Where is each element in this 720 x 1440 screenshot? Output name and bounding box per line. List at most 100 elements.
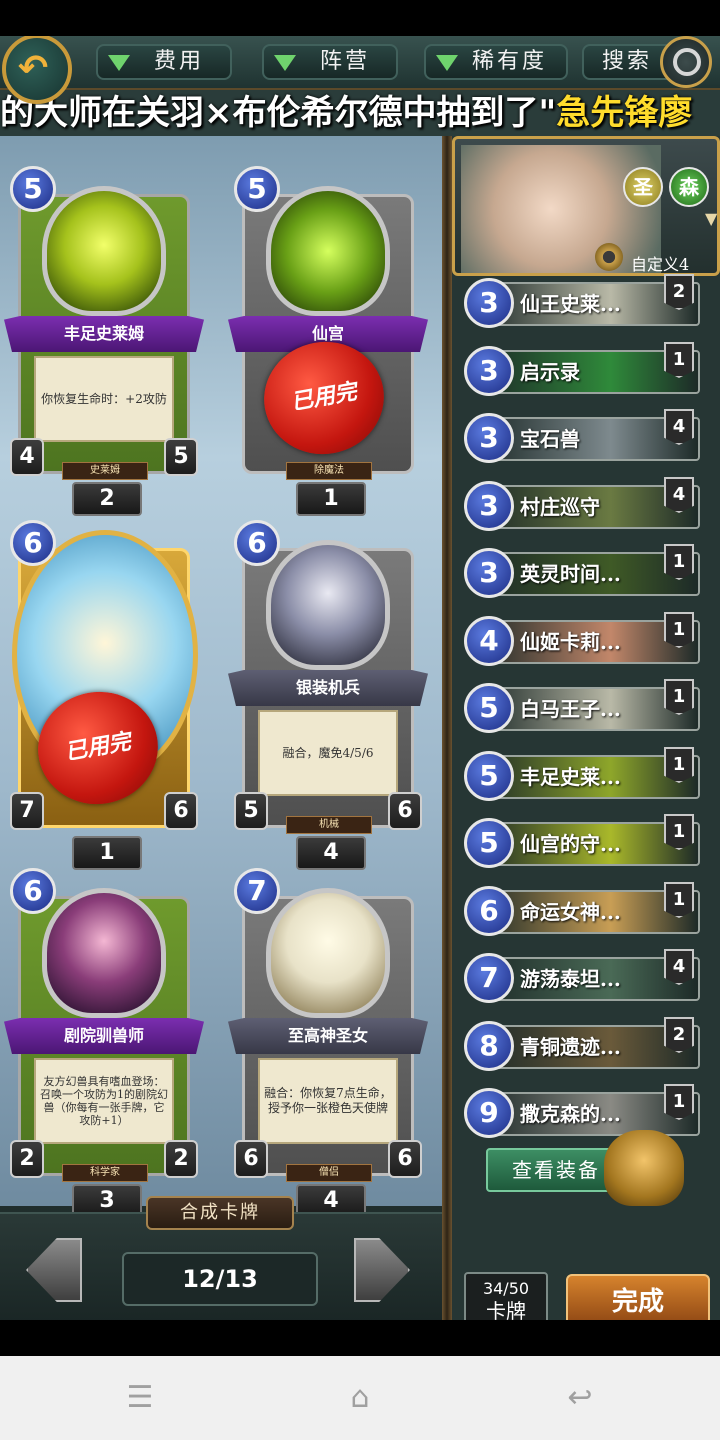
deck-card-row[interactable]: 5 仙宫的守... 1	[464, 814, 700, 872]
card-name: 银装机兵	[228, 670, 428, 706]
deck-row-count: 1	[664, 679, 694, 715]
card-health: 2	[164, 1140, 198, 1178]
deck-row-count: 1	[664, 342, 694, 378]
card-description: 你恢复生命时：+2攻防	[34, 356, 174, 442]
deck-row-cost: 3	[464, 413, 514, 463]
deck-card-row[interactable]: 4 仙姬卡莉... 1	[464, 612, 700, 670]
ticker-highlight: 急先锋廖	[556, 93, 693, 133]
deck-row-name: 青铜遗迹...	[520, 1035, 621, 1059]
card-cost: 5	[234, 166, 280, 212]
card-attack: 4	[10, 438, 44, 476]
next-page-arrow-icon[interactable]	[354, 1238, 410, 1302]
collection-card[interactable]: 6 7 6 1 已用完	[4, 520, 204, 870]
deck-card-row[interactable]: 6 命运女神... 1	[464, 882, 700, 940]
card-name: 至高神圣女	[228, 1018, 428, 1054]
card-description: 友方幻兽具有嗜血登场：召唤一个攻防为1的剧院幻兽（你每有一张手牌，它攻防+1）	[34, 1058, 174, 1144]
deck-row-cost: 7	[464, 953, 514, 1003]
card-attack: 7	[10, 792, 44, 830]
done-button[interactable]: 完成	[566, 1274, 710, 1320]
card-cost: 7	[234, 868, 280, 914]
search-label: 搜索	[602, 49, 653, 74]
deck-row-cost: 3	[464, 548, 514, 598]
gear-icon[interactable]	[595, 243, 623, 271]
deck-row-name: 宝石兽	[520, 427, 580, 451]
deck-card-row[interactable]: 7 游荡泰坦... 4	[464, 949, 700, 1007]
card-art	[42, 888, 166, 1018]
card-owned-count: 1	[296, 482, 366, 516]
deck-row-name: 命运女神...	[520, 900, 621, 924]
rarity-filter-button[interactable]: 稀有度	[424, 44, 568, 80]
deck-row-cost: 8	[464, 1021, 514, 1071]
card-cost: 6	[10, 868, 56, 914]
card-health: 5	[164, 438, 198, 476]
card-tribe: 僧侣	[286, 1164, 372, 1182]
craft-cards-button[interactable]: 合成卡牌	[146, 1196, 294, 1230]
back-arrow-icon: ↶	[18, 48, 49, 89]
rarity-filter-label: 稀有度	[472, 49, 548, 74]
deck-card-row[interactable]: 3 宝石兽 4	[464, 409, 700, 467]
deck-card-row[interactable]: 3 英灵时间... 1	[464, 544, 700, 602]
deck-card-row[interactable]: 8 青铜遗迹... 2	[464, 1017, 700, 1075]
deck-row-name: 英灵时间...	[520, 562, 621, 586]
card-health: 6	[388, 1140, 422, 1178]
back-button[interactable]: ↶	[2, 36, 72, 104]
faction-filter-button[interactable]: 阵营	[262, 44, 398, 80]
collection-card[interactable]: 5 仙宫 除魔法 1 已用完	[228, 166, 428, 516]
deck-count-value: 34/50	[482, 1279, 530, 1298]
card-owned-count: 1	[72, 836, 142, 870]
cost-filter-button[interactable]: 费用	[96, 44, 232, 80]
deck-row-name: 游荡泰坦...	[520, 967, 621, 991]
menu-icon[interactable]: ☰	[120, 1380, 160, 1416]
faction-holy-icon: 圣	[623, 167, 663, 207]
deck-card-row[interactable]: 3 仙王史莱... 2	[464, 274, 700, 332]
card-tribe: 史莱姆	[62, 462, 148, 480]
card-cost: 6	[10, 520, 56, 566]
deck-row-name: 村庄巡守	[520, 495, 600, 519]
deck-row-count: 4	[664, 477, 694, 513]
deck-row-cost: 3	[464, 346, 514, 396]
deck-card-row[interactable]: 3 启示录 1	[464, 342, 700, 400]
deck-card-row[interactable]: 5 白马王子... 1	[464, 679, 700, 737]
collection-card[interactable]: 6 银装机兵 融合，魔免4/5/6 5 6 机械 4	[228, 520, 428, 870]
deck-panel: 圣 森 ▼ 自定义4 3 仙王史莱... 2 3 启示录 1 3 宝石兽 4 3 村庄巡守 4 3 英灵时…	[452, 136, 720, 1320]
deck-row-count: 1	[664, 747, 694, 783]
prev-page-arrow-icon[interactable]	[26, 1238, 82, 1302]
collection-card[interactable]: 5 丰足史莱姆 你恢复生命时：+2攻防 4 5 史莱姆 2	[4, 166, 204, 516]
deck-row-cost: 9	[464, 1088, 514, 1138]
chevron-down-icon[interactable]: ▼	[705, 209, 717, 228]
deck-header[interactable]: 圣 森 ▼ 自定义4	[452, 136, 720, 276]
status-bar	[0, 0, 720, 36]
card-description: 融合：你恢复7点生命，授予你一张橙色天使牌	[258, 1058, 398, 1144]
card-art	[266, 186, 390, 316]
card-health: 6	[388, 792, 422, 830]
deck-row-cost: 6	[464, 886, 514, 936]
faction-forest-icon: 森	[669, 167, 709, 207]
deck-card-row[interactable]: 5 丰足史莱... 1	[464, 747, 700, 805]
card-art	[42, 186, 166, 316]
deck-card-row[interactable]: 3 村庄巡守 4	[464, 477, 700, 535]
card-tribe: 科学家	[62, 1164, 148, 1182]
deck-card-list: 3 仙王史莱... 2 3 启示录 1 3 宝石兽 4 3 村庄巡守 4 3 英灵时间... 1 4 仙姬卡莉.…	[452, 268, 720, 1148]
card-cost: 5	[10, 166, 56, 212]
card-attack: 2	[10, 1140, 44, 1178]
deck-row-name: 仙姬卡莉...	[520, 630, 621, 654]
panel-divider	[442, 136, 452, 1320]
card-cost: 6	[234, 520, 280, 566]
back-icon[interactable]: ↩	[560, 1380, 600, 1416]
deck-row-count: 1	[664, 612, 694, 648]
helmet-icon[interactable]	[604, 1130, 684, 1206]
deck-row-name: 仙宫的守...	[520, 832, 621, 856]
page-indicator: 12/13	[122, 1252, 318, 1306]
deck-row-name: 仙王史莱...	[520, 292, 621, 316]
deck-row-count: 1	[664, 882, 694, 918]
card-tribe: 除魔法	[286, 462, 372, 480]
card-tribe: 机械	[286, 816, 372, 834]
deck-row-cost: 5	[464, 683, 514, 733]
deck-row-cost: 3	[464, 278, 514, 328]
deck-row-count: 2	[664, 274, 694, 310]
search-icon[interactable]	[660, 36, 712, 88]
collection-card[interactable]: 6 剧院驯兽师 友方幻兽具有嗜血登场：召唤一个攻防为1的剧院幻兽（你每有一张手牌…	[4, 868, 204, 1218]
home-icon[interactable]: ⌂	[340, 1380, 380, 1416]
collection-card[interactable]: 7 至高神圣女 融合：你恢复7点生命，授予你一张橙色天使牌 6 6 僧侣 4	[228, 868, 428, 1218]
screen-gap	[0, 1320, 720, 1356]
